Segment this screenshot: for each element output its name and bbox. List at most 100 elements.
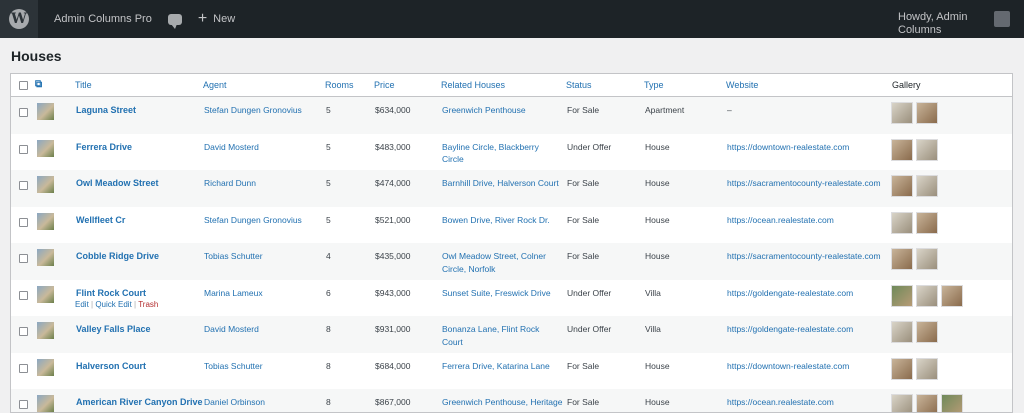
related-line[interactable]: Owl Meadow Street, Colner (442, 251, 546, 261)
house-thumbnail[interactable] (37, 358, 54, 376)
column-rooms[interactable]: Rooms (325, 80, 354, 90)
row-checkbox[interactable] (19, 290, 28, 300)
related-line[interactable]: Bonanza Lane, Flint Rock (442, 324, 539, 334)
related-line[interactable]: Bayline Circle, Blackberry (442, 142, 539, 152)
related-houses-link[interactable]: Greenwich Penthouse, Heritage (442, 396, 563, 409)
gallery-image[interactable] (891, 248, 913, 270)
agent-link[interactable]: David Mosterd (204, 141, 259, 154)
house-thumbnail[interactable] (37, 139, 54, 157)
agent-link[interactable]: Richard Dunn (204, 177, 256, 190)
gallery-image[interactable] (916, 321, 938, 343)
row-checkbox[interactable] (19, 217, 28, 227)
row-checkbox[interactable] (19, 327, 28, 336)
related-line[interactable]: Circle, Norfolk (442, 264, 495, 274)
agent-link[interactable]: Tobias Schutter (204, 360, 263, 373)
website-link[interactable]: https://downtown-realestate.com (727, 141, 849, 154)
gallery-image[interactable] (891, 102, 913, 124)
related-line[interactable]: Court (442, 337, 463, 347)
column-title[interactable]: Title (75, 80, 92, 90)
house-thumbnail[interactable] (37, 212, 54, 230)
gallery-image[interactable] (916, 175, 938, 197)
avatar[interactable] (994, 11, 1010, 27)
house-thumbnail[interactable] (37, 395, 54, 412)
website-link[interactable]: https://sacramentocounty-realestate.com (727, 250, 881, 263)
related-houses-link[interactable]: Greenwich Penthouse (442, 104, 526, 117)
row-checkbox[interactable] (19, 254, 28, 263)
related-line[interactable]: Greenwich Penthouse, Heritage (442, 397, 563, 407)
house-thumbnail[interactable] (37, 103, 54, 120)
featured-image-column-icon[interactable]: ⧉ (35, 79, 47, 91)
row-checkbox[interactable] (19, 363, 28, 373)
gallery-image[interactable] (941, 394, 963, 412)
related-houses-link[interactable]: Bonanza Lane, Flint Rock Court (442, 323, 539, 348)
site-name-link[interactable]: Admin Columns Pro (46, 0, 160, 38)
row-checkbox[interactable] (19, 181, 28, 190)
agent-link[interactable]: Marina Lameux (204, 287, 263, 300)
website-link[interactable]: https://ocean.realestate.com (727, 214, 834, 227)
related-houses-link[interactable]: Owl Meadow Street, Colner Circle, Norfolk (442, 250, 546, 275)
row-checkbox[interactable] (19, 144, 28, 154)
wordpress-logo-icon[interactable]: W (0, 0, 38, 38)
related-houses-link[interactable]: Sunset Suite, Freswick Drive (442, 287, 551, 300)
trash-link[interactable]: Trash (138, 300, 158, 309)
house-thumbnail[interactable] (37, 249, 54, 266)
gallery-image[interactable] (916, 211, 938, 234)
house-title-link[interactable]: Flint Rock Court (76, 287, 146, 300)
house-title-link[interactable]: Valley Falls Place (76, 323, 151, 336)
gallery-image[interactable] (916, 284, 938, 307)
gallery-image[interactable] (891, 357, 913, 380)
related-houses-link[interactable]: Barnhill Drive, Halverson Court (442, 177, 559, 190)
website-link[interactable]: https://downtown-realestate.com (727, 360, 849, 373)
gallery-image[interactable] (891, 284, 913, 307)
gallery-image[interactable] (891, 321, 913, 343)
house-thumbnail[interactable] (37, 176, 54, 193)
gallery-image[interactable] (941, 284, 963, 307)
house-title-link[interactable]: American River Canyon Drive (76, 396, 203, 409)
column-website[interactable]: Website (726, 80, 758, 90)
row-checkbox[interactable] (19, 108, 28, 117)
house-title-link[interactable]: Wellfleet Cr (76, 214, 125, 227)
column-agent[interactable]: Agent (203, 80, 227, 90)
gallery-image[interactable] (891, 394, 913, 412)
agent-link[interactable]: Daniel Orbinson (204, 396, 265, 409)
column-related-houses[interactable]: Related Houses (441, 80, 505, 90)
new-content-link[interactable]: + New (190, 0, 243, 38)
edit-link[interactable]: Edit (75, 300, 89, 309)
column-status[interactable]: Status (566, 80, 592, 90)
related-houses-link[interactable]: Ferrera Drive, Katarina Lane (442, 360, 550, 373)
house-title-link[interactable]: Halverson Court (76, 360, 146, 373)
related-line[interactable]: Ferrera Drive, Katarina Lane (442, 361, 550, 371)
website-link[interactable]: https://goldengate-realestate.com (727, 287, 853, 300)
agent-link[interactable]: Tobias Schutter (204, 250, 263, 263)
gallery-image[interactable] (916, 357, 938, 380)
house-thumbnail[interactable] (37, 322, 54, 339)
related-line[interactable]: Barnhill Drive, Halverson Court (442, 178, 559, 188)
house-title-link[interactable]: Laguna Street (76, 104, 136, 117)
house-title-link[interactable]: Cobble Ridge Drive (76, 250, 159, 263)
related-line[interactable]: Circle (442, 154, 464, 164)
select-all-checkbox[interactable] (19, 81, 28, 90)
gallery-image[interactable] (891, 175, 913, 197)
quick-edit-link[interactable]: Quick Edit (95, 300, 131, 309)
gallery-image[interactable] (916, 394, 938, 412)
related-line[interactable]: Sunset Suite, Freswick Drive (442, 288, 551, 298)
row-checkbox[interactable] (19, 400, 28, 409)
column-price[interactable]: Price (374, 80, 395, 90)
related-houses-link[interactable]: Bowen Drive, River Rock Dr. (442, 214, 550, 227)
website-link[interactable]: https://sacramentocounty-realestate.com (727, 177, 881, 190)
gallery-image[interactable] (916, 138, 938, 161)
gallery-image[interactable] (916, 102, 938, 124)
house-title-link[interactable]: Ferrera Drive (76, 141, 132, 154)
house-title-link[interactable]: Owl Meadow Street (76, 177, 159, 190)
agent-link[interactable]: David Mosterd (204, 323, 259, 336)
house-thumbnail[interactable] (37, 285, 54, 303)
website-link[interactable]: https://ocean.realestate.com (727, 396, 834, 409)
website-link[interactable]: https://goldengate-realestate.com (727, 323, 853, 336)
howdy-user-link[interactable]: Howdy, Admin Columns (898, 11, 974, 37)
gallery-image[interactable] (916, 248, 938, 270)
related-line[interactable]: Bowen Drive, River Rock Dr. (442, 215, 550, 225)
gallery-image[interactable] (891, 138, 913, 161)
agent-link[interactable]: Stefan Dungen Gronovius (204, 214, 302, 227)
column-type[interactable]: Type (644, 80, 664, 90)
comments-link[interactable] (160, 0, 190, 38)
